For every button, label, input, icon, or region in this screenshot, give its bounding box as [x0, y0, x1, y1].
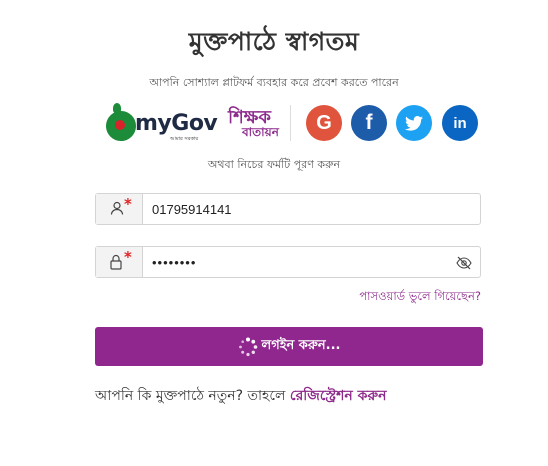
required-marker: * — [124, 248, 132, 266]
password-input[interactable] — [152, 252, 452, 272]
facebook-login-button[interactable]: f — [351, 105, 387, 141]
shikkhok-logo-bottom: বাতায়ন — [242, 125, 279, 139]
forgot-password-link[interactable]: পাসওয়ার্ড ভুলে গিয়েছেন? — [359, 288, 481, 307]
social-divider — [290, 105, 291, 141]
google-login-button[interactable]: G — [306, 105, 342, 141]
phone-field-addon: * — [96, 194, 143, 224]
eye-slash-icon[interactable] — [456, 256, 472, 270]
lock-icon — [110, 254, 122, 270]
twitter-login-button[interactable] — [396, 105, 432, 141]
linkedin-login-button[interactable]: in — [442, 105, 478, 141]
linkedin-icon: in — [453, 114, 467, 132]
shikkhok-batayon-login-button[interactable]: শিক্ষক বাতায়ন — [228, 103, 284, 143]
social-login-hint: আপনি সোশ্যাল প্লাটফর্ম ব্যবহার করে প্রবে… — [149, 76, 399, 89]
social-login-row: myGov আমার সরকার শিক্ষক বাতায়ন G f in — [104, 103, 484, 143]
required-marker: * — [124, 195, 132, 213]
user-icon — [110, 201, 124, 215]
mygov-login-button[interactable]: myGov আমার সরকার — [104, 103, 218, 143]
password-field: * — [95, 246, 481, 278]
login-button[interactable]: লগইন করুন... — [95, 327, 483, 366]
spinner-icon — [238, 337, 257, 356]
facebook-icon: f — [365, 111, 373, 134]
phone-field: * — [95, 193, 481, 225]
register-prompt-text: আপনি কি মুক্তপাঠে নতুন? তাহলে — [95, 388, 290, 404]
login-button-label: লগইন করুন... — [261, 338, 341, 353]
page-title: মুক্তপাঠে স্বাগতম — [188, 27, 360, 56]
register-prompt: আপনি কি মুক্তপাঠে নতুন? তাহলে রেজিস্ট্রে… — [95, 384, 386, 408]
register-link[interactable]: রেজিস্ট্রেশন করুন — [290, 388, 387, 404]
form-hint: অথবা নিচের ফর্মটি পূরণ করুন — [207, 158, 341, 171]
mygov-tagline: আমার সরকার — [170, 136, 199, 142]
mygov-logo-icon — [106, 111, 136, 141]
phone-input[interactable] — [152, 199, 452, 219]
google-icon: G — [316, 111, 332, 134]
mygov-label: myGov — [135, 111, 218, 136]
password-field-addon: * — [96, 247, 143, 277]
twitter-icon — [405, 115, 423, 131]
